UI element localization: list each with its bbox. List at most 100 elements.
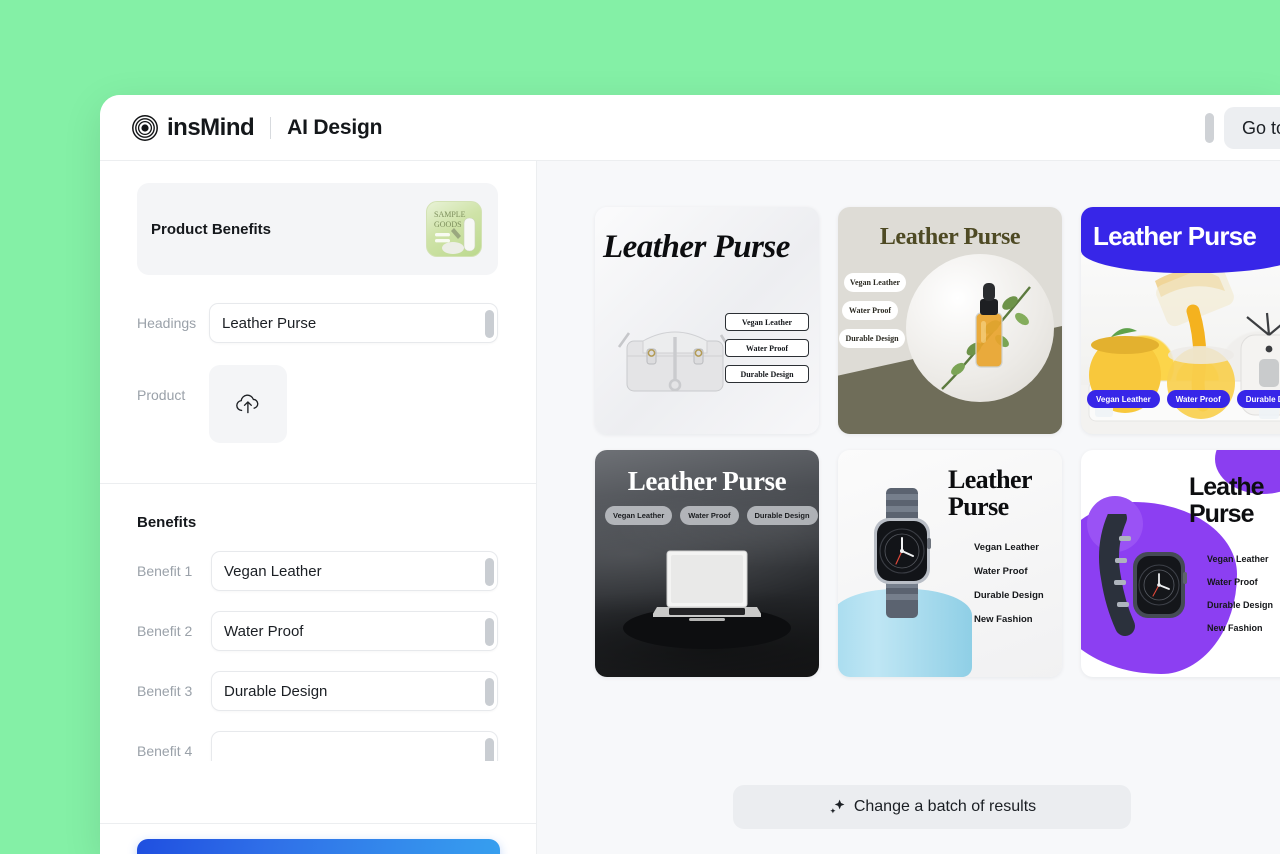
benefit-4-input-scrollbar[interactable] <box>485 738 494 761</box>
benefit-2-value: Water Proof <box>224 622 304 640</box>
headings-label: Headings <box>137 315 197 331</box>
start-button[interactable]: Start <box>137 839 500 854</box>
benefit-1-value: Vegan Leather <box>224 562 322 580</box>
result-card[interactable]: Leather Purse Vegan Leather Water Proof … <box>595 450 819 677</box>
benefit-3-row: Benefit 3 Durable Design <box>100 671 536 711</box>
benefit-2-label: Benefit 2 <box>137 623 193 639</box>
result-card[interactable]: Leather Purse Vegan Leather Water Proof … <box>595 207 819 434</box>
benefits-section-title: Benefits <box>137 514 197 531</box>
change-batch-button[interactable]: Change a batch of results <box>733 785 1131 829</box>
laptop-illustration <box>653 550 761 621</box>
sidebar-panel: Product Benefits SAMPLE GOODS Headings L… <box>100 161 537 854</box>
brand-name: insMind <box>167 113 255 141</box>
product-label: Product <box>137 387 186 403</box>
badge: Water Proof <box>725 339 809 357</box>
product-upload-dropzone[interactable] <box>209 365 287 443</box>
benefit-2-input[interactable]: Water Proof <box>211 611 498 651</box>
badge: Vegan Leather <box>974 542 1039 553</box>
go-to-workspace-button[interactable]: Go to w <box>1223 107 1280 149</box>
badge: Water Proof <box>842 301 898 320</box>
sparkle-icon <box>830 799 845 814</box>
app-window: insMind AI Design Go to w Product Benefi… <box>100 95 1280 854</box>
badge: Durable Design <box>1207 600 1274 610</box>
headings-value: Leather Purse <box>222 314 317 332</box>
badge: Vegan Leather <box>725 313 809 331</box>
template-thumbnail: SAMPLE GOODS <box>426 201 482 257</box>
card-6-title-line1: Leathe <box>1189 473 1265 501</box>
badge: Durable Design <box>974 590 1044 601</box>
headings-input-scrollbar[interactable] <box>485 310 494 338</box>
badge: New Fashion <box>974 614 1033 625</box>
result-card[interactable]: Leathe Purse Vegan Leather Water Proof D… <box>1081 450 1280 677</box>
template-name: Product Benefits <box>151 220 272 238</box>
dropper-bottle-illustration <box>941 283 1031 390</box>
benefit-1-label: Benefit 1 <box>137 563 193 579</box>
benefit-3-input-scrollbar[interactable] <box>485 678 494 706</box>
card-3-title: Leather Purse <box>1093 221 1257 251</box>
benefit-3-value: Durable Design <box>224 682 328 700</box>
benefit-1-row: Benefit 1 Vegan Leather <box>100 551 536 591</box>
sidebar-footer-divider <box>100 823 536 824</box>
concentric-rings-icon <box>132 114 158 141</box>
badge: New Fashion <box>1207 623 1263 633</box>
thumb-text-1: SAMPLE <box>434 210 466 219</box>
badge: Durable Design <box>746 506 818 525</box>
card-6-title-line2: Purse <box>1189 499 1254 528</box>
benefit-3-label: Benefit 3 <box>137 683 193 699</box>
sample-goods-thumbnail-art: SAMPLE GOODS <box>434 210 476 254</box>
card-2-badges: Vegan Leather Water Proof Durable Design <box>839 273 922 357</box>
results-panel: Leather Purse Vegan Leather Water Proof … <box>537 161 1280 854</box>
badge: Durable Desi <box>1236 390 1280 408</box>
benefit-1-input-scrollbar[interactable] <box>485 558 494 586</box>
badge: Vegan Leather <box>605 506 673 525</box>
badge: Durable Design <box>839 329 905 348</box>
benefit-2-input-scrollbar[interactable] <box>485 618 494 646</box>
card-5-title: Leather Purse <box>948 466 1032 520</box>
app-body: Product Benefits SAMPLE GOODS Headings L… <box>100 161 1280 854</box>
card-5-title-line1: Leather <box>948 465 1032 494</box>
app-header: insMind AI Design Go to w <box>100 95 1280 161</box>
card-6-badges: Vegan Leather Water Proof Durable Design… <box>1207 554 1273 646</box>
smartwatch-illustration <box>1099 514 1187 636</box>
card-5-title-line2: Purse <box>948 492 1009 522</box>
card-5-badges: Vegan Leather Water Proof Durable Design… <box>974 542 1044 638</box>
badge: Water Proof <box>1166 390 1230 408</box>
brand: insMind <box>132 113 255 142</box>
sidebar-section-divider <box>100 483 536 484</box>
smartwatch-illustration <box>874 488 931 618</box>
card-1-badges: Vegan Leather Water Proof Durable Design <box>725 313 809 391</box>
result-card[interactable]: Leather Purse Vegan Leather Water Proof … <box>838 207 1062 434</box>
results-grid: Leather Purse Vegan Leather Water Proof … <box>595 207 1280 677</box>
template-card[interactable]: Product Benefits SAMPLE GOODS <box>137 183 498 275</box>
thumb-text-2: GOODS <box>434 220 462 229</box>
benefit-2-row: Benefit 2 Water Proof <box>100 611 536 651</box>
badge: Vegan Leather <box>1207 554 1269 564</box>
card-2-title: Leather Purse <box>879 224 1021 250</box>
badge: Vegan Leather <box>1087 390 1160 408</box>
benefit-4-label: Benefit 4 <box>137 743 193 759</box>
card-4-badges: Vegan Leather Water Proof Durable Design <box>605 506 818 525</box>
result-card[interactable]: Leather Purse Vegan Leather Water Proof … <box>838 450 1062 677</box>
benefit-3-input[interactable]: Durable Design <box>211 671 498 711</box>
benefit-1-input[interactable]: Vegan Leather <box>211 551 498 591</box>
change-batch-label: Change a batch of results <box>853 798 1037 815</box>
headings-input[interactable]: Leather Purse <box>209 303 498 343</box>
card-3-badges: Vegan Leather Water Proof Durable Desi <box>1087 390 1280 408</box>
sidebar-scroll-area[interactable]: Product Benefits SAMPLE GOODS Headings L… <box>100 161 536 761</box>
benefit-4-input[interactable] <box>211 731 498 761</box>
result-card[interactable]: Leather Purse Vegan Leather Water Proof … <box>1081 207 1280 434</box>
cloud-upload-icon <box>236 394 259 414</box>
header-actions: Go to w <box>1204 95 1280 161</box>
card-6-title: Leathe Purse <box>1189 473 1265 528</box>
badge: Water Proof <box>974 566 1028 577</box>
header-divider <box>270 116 272 139</box>
header-scrollbar-thumb[interactable] <box>1204 113 1214 143</box>
headings-row: Headings Leather Purse <box>100 303 536 343</box>
benefit-4-row: Benefit 4 <box>100 731 536 761</box>
badge: Durable Design <box>725 365 809 383</box>
handbag-illustration <box>617 331 733 392</box>
card-4-title: Leather Purse <box>627 466 787 496</box>
badge: Water Proof <box>1207 577 1258 587</box>
card-1-title: Leather Purse <box>603 229 790 265</box>
badge: Vegan Leather <box>844 273 906 292</box>
